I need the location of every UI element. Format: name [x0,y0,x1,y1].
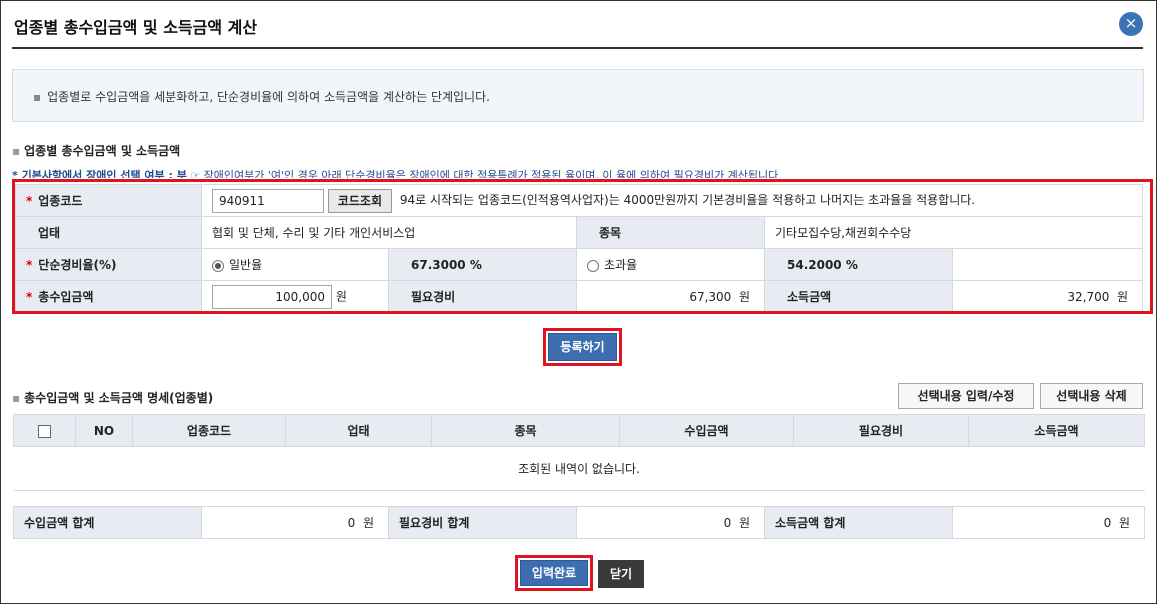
expense-total-value: 0 [723,516,732,530]
column-header: 소득금액 [968,414,1145,447]
section-title-list: ▪ 총수입금액 및 소득금액 명세(업종별) [12,389,213,406]
disability-notice: * 기본사항에서 장애인 선택 여부 : 부 ☞ 장애인여부가 '여'인 경우 … [12,167,1143,178]
column-header: 종목 [431,414,620,447]
select-all-cell [13,414,76,447]
table-row: 조회된 내역이 없습니다. [13,446,1145,491]
section-title-text: 업종별 총수입금액 및 소득금액 [24,144,181,158]
section-title-list-text: 총수입금액 및 소득금액 명세(업종별) [24,391,214,405]
close-button[interactable]: 닫기 [598,560,644,588]
close-icon[interactable]: × [1119,12,1143,36]
table-header-row: NO 업종코드 업태 종목 수입금액 필요경비 소득금액 [13,414,1145,447]
income-list-table: NO 업종코드 업태 종목 수입금액 필요경비 소득금액 조회된 내역이 없습니… [13,414,1145,491]
notice-prefix: * 기본사항에서 장애인 선택 여부 : 부 [12,169,187,178]
section-bullet: ▪ [12,144,21,158]
empty-message: 조회된 내역이 없습니다. [13,446,1145,491]
income-total-value: 0 [347,516,356,530]
won-unit: 원 [1118,516,1130,530]
column-header: 업종코드 [132,414,286,447]
delete-selected-button[interactable]: 선택내용 삭제 [1040,383,1143,409]
highlight-box-register [543,328,622,366]
title-divider [12,47,1143,49]
won-unit: 원 [738,516,750,530]
notice-text: ☞ 장애인여부가 '여'인 경우 아래 단순경비율은 장애인에 대한 적용특례가… [190,169,782,178]
highlight-box-complete [515,555,593,591]
net-total-label: 소득금액 합계 [764,506,953,539]
won-unit: 원 [362,516,374,530]
expense-total-label: 필요경비 합계 [388,506,577,539]
column-header: 업태 [285,414,432,447]
info-text: 업종별로 수입금액을 세분화하고, 단순경비율에 의하여 소득금액을 계산하는 … [47,90,490,104]
select-all-checkbox[interactable] [38,424,51,438]
net-total-cell: 0 원 [952,506,1145,539]
info-bullet: ▪ [33,90,42,104]
expense-total-cell: 0 원 [576,506,765,539]
highlight-box-form [12,179,1153,314]
section-bullet: ▪ [12,391,21,405]
section-title-income: ▪ 업종별 총수입금액 및 소득금액 [12,142,180,159]
net-total-value: 0 [1103,516,1112,530]
edit-selected-button[interactable]: 선택내용 입력/수정 [898,383,1034,409]
column-header: NO [75,414,133,447]
info-box: ▪ 업종별로 수입금액을 세분화하고, 단순경비율에 의하여 소득금액을 계산하는… [12,69,1144,122]
summary-table: 수입금액 합계 0 원 필요경비 합계 0 원 소득금액 합계 0 원 [13,506,1145,539]
dialog-title: 업종별 총수입금액 및 소득금액 계산 [14,18,258,37]
column-header: 필요경비 [793,414,969,447]
income-total-label: 수입금액 합계 [13,506,202,539]
column-header: 수입금액 [619,414,794,447]
income-total-cell: 0 원 [201,506,389,539]
